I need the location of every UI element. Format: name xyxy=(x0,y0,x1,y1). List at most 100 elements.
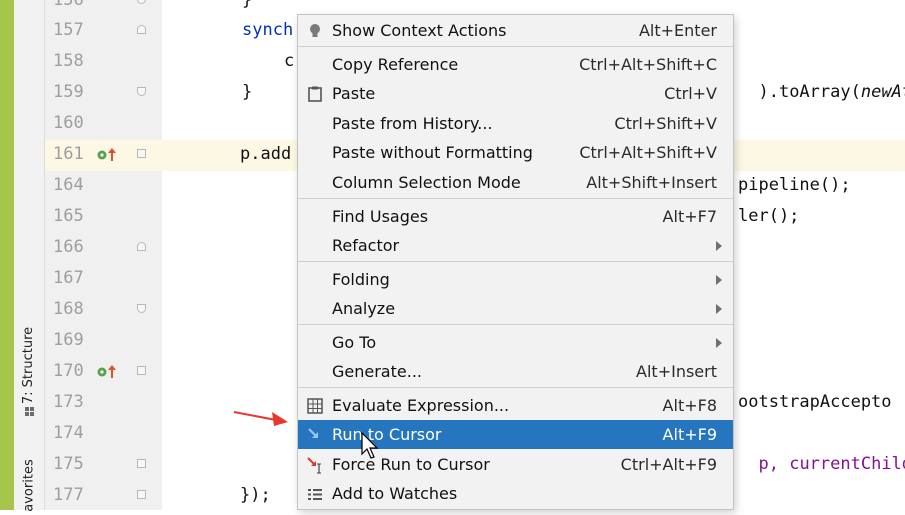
left-color-strip xyxy=(0,0,14,510)
menu-separator xyxy=(298,46,733,47)
menu-item-label: Generate... xyxy=(332,362,422,381)
menu-item-shortcut: Alt+F8 xyxy=(662,396,717,415)
fold-marker-icon[interactable] xyxy=(137,242,146,251)
code-fragment-165: ler(); xyxy=(738,206,800,226)
line-number: 175 xyxy=(53,454,84,474)
menu-item-find-usages[interactable]: Find Usages Alt+F7 xyxy=(298,202,733,231)
menu-item-show-context-actions[interactable]: Show Context Actions Alt+Enter xyxy=(298,16,733,45)
annotation-arrow-icon xyxy=(233,411,288,426)
code-text: c xyxy=(284,51,295,71)
structure-icon xyxy=(25,407,34,416)
menu-item-go-to[interactable]: Go To xyxy=(298,328,733,357)
submenu-arrow-icon xyxy=(716,241,722,251)
fold-marker-icon[interactable] xyxy=(137,0,146,4)
clipboard-icon xyxy=(306,85,324,103)
fold-marker-icon[interactable] xyxy=(137,459,146,468)
menu-item-analyze[interactable]: Analyze xyxy=(298,294,733,323)
menu-item-label: Force Run to Cursor xyxy=(332,455,490,474)
menu-item-paste-without-formatting[interactable]: Paste without Formatting Ctrl+Alt+Shift+V xyxy=(298,138,733,167)
menu-item-shortcut: Alt+Enter xyxy=(638,21,717,40)
code-text: } xyxy=(242,0,253,10)
menu-item-shortcut: Alt+Shift+Insert xyxy=(586,173,717,192)
menu-item-copy-reference[interactable]: Copy Reference Ctrl+Alt+Shift+C xyxy=(298,50,733,79)
force-run-to-cursor-icon xyxy=(306,456,324,474)
menu-item-add-to-watches[interactable]: Add to Watches xyxy=(298,479,733,508)
menu-item-label: Column Selection Mode xyxy=(332,173,521,192)
menu-item-folding[interactable]: Folding xyxy=(298,265,733,294)
line-number: 170 xyxy=(53,361,84,381)
override-method-icon[interactable] xyxy=(97,364,121,380)
line-number: 168 xyxy=(53,299,84,319)
override-method-icon[interactable] xyxy=(97,147,121,163)
code-fragment-164: pipeline(); xyxy=(738,175,851,195)
submenu-arrow-icon xyxy=(716,304,722,314)
menu-item-label: Run to Cursor xyxy=(332,425,442,444)
menu-separator xyxy=(298,198,733,199)
fold-marker-icon[interactable] xyxy=(137,366,146,375)
menu-item-shortcut: Ctrl+Alt+F9 xyxy=(620,455,717,474)
menu-item-label: Add to Watches xyxy=(332,484,458,503)
menu-separator xyxy=(298,261,733,262)
menu-item-paste[interactable]: Paste Ctrl+V xyxy=(298,79,733,108)
menu-item-label: Folding xyxy=(332,270,390,289)
menu-item-shortcut: Ctrl+Alt+Shift+V xyxy=(579,143,717,162)
favorites-tab[interactable]: avorites xyxy=(14,455,44,515)
fold-marker-icon[interactable] xyxy=(137,87,146,96)
line-number: 169 xyxy=(53,330,84,350)
menu-item-label: Show Context Actions xyxy=(332,21,507,40)
menu-item-label: Paste xyxy=(332,84,376,103)
code-fragment-174: p, currentChild xyxy=(758,454,905,474)
menu-item-refactor[interactable]: Refactor xyxy=(298,231,733,260)
menu-item-generate[interactable]: Generate... Alt+Insert xyxy=(298,357,733,386)
submenu-arrow-icon xyxy=(716,275,722,285)
menu-item-column-selection-mode[interactable]: Column Selection Mode Alt+Shift+Insert xyxy=(298,168,733,197)
favorites-tab-label: avorites xyxy=(21,458,37,512)
line-number: 161 xyxy=(53,144,84,164)
code-fragment-158: ).toArray(newAt xyxy=(758,82,905,102)
line-number: 157 xyxy=(53,20,84,40)
structure-tab-label: 7: Structure xyxy=(21,326,37,404)
menu-item-label: Find Usages xyxy=(332,207,429,226)
menu-item-shortcut: Alt+Insert xyxy=(636,362,717,381)
submenu-arrow-icon xyxy=(716,338,722,348)
code-text: p.add xyxy=(240,144,292,164)
menu-item-evaluate-expression[interactable]: Evaluate Expression... Alt+F8 xyxy=(298,391,733,420)
calculator-icon xyxy=(306,397,324,415)
mouse-pointer-icon xyxy=(361,432,379,459)
menu-item-shortcut: Alt+F9 xyxy=(662,425,717,444)
menu-item-paste-from-history[interactable]: Paste from History... Ctrl+Shift+V xyxy=(298,109,733,138)
line-number: 173 xyxy=(53,392,84,412)
menu-item-label: Evaluate Expression... xyxy=(332,396,510,415)
fold-marker-icon[interactable] xyxy=(137,304,146,313)
menu-item-label: Paste from History... xyxy=(332,114,493,133)
line-number: 167 xyxy=(53,268,84,288)
run-to-cursor-icon xyxy=(306,426,324,444)
line-number: 165 xyxy=(53,206,84,226)
fold-marker-icon[interactable] xyxy=(137,149,146,158)
line-number: 174 xyxy=(53,423,84,443)
code-text: } xyxy=(242,82,253,102)
line-number: 177 xyxy=(53,485,84,505)
menu-item-shortcut: Ctrl+V xyxy=(664,84,717,103)
menu-item-label: Analyze xyxy=(332,299,396,318)
line-number: 159 xyxy=(53,82,84,102)
line-number: 158 xyxy=(53,51,84,71)
fold-marker-icon[interactable] xyxy=(137,490,146,499)
menu-item-label: Paste without Formatting xyxy=(332,143,533,162)
code-fragment-173: ootstrapAccepto xyxy=(738,392,892,412)
line-number: 166 xyxy=(53,237,84,257)
menu-item-label: Go To xyxy=(332,333,377,352)
tool-window-strip: 7: Structure avorites xyxy=(14,0,45,511)
line-number: 160 xyxy=(53,113,84,133)
code-text: }); xyxy=(240,485,271,505)
line-number: 156 xyxy=(53,0,84,10)
menu-separator xyxy=(298,387,733,388)
menu-item-shortcut: Ctrl+Alt+Shift+C xyxy=(579,55,717,74)
fold-marker-icon[interactable] xyxy=(137,25,146,34)
menu-separator xyxy=(298,324,733,325)
menu-item-shortcut: Alt+F7 xyxy=(662,207,717,226)
menu-item-label: Refactor xyxy=(332,236,400,255)
watches-icon xyxy=(306,485,324,503)
code-text: synch xyxy=(242,20,294,40)
line-number: 164 xyxy=(53,175,84,195)
